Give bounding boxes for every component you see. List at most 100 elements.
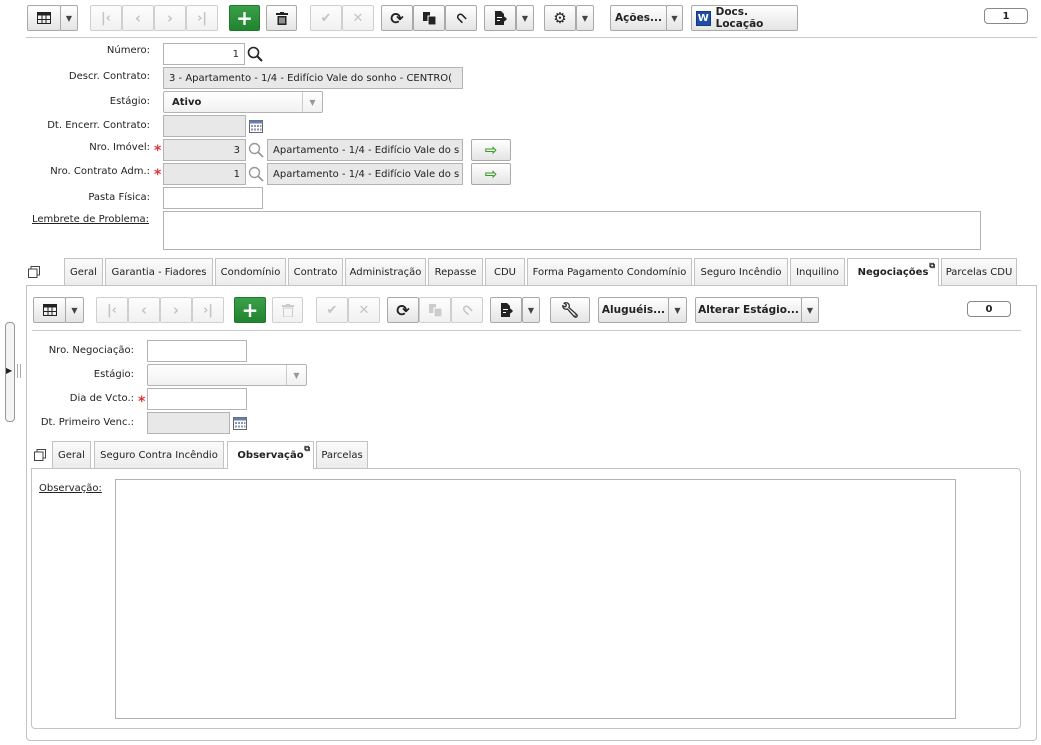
tab-parcelas-cdu[interactable]: Parcelas CDU [941, 258, 1017, 285]
dia-vcto-label: Dia de Vcto.: [69, 393, 134, 404]
gear-icon: ⚙ [553, 9, 567, 27]
expand-arrow-icon[interactable]: ▶ [6, 366, 12, 375]
actions-button[interactable]: Ações... [610, 5, 667, 31]
last-icon: ›| [196, 10, 208, 26]
tab-geral[interactable]: Geral [64, 258, 103, 285]
inner-report-button[interactable] [490, 297, 522, 323]
dt-primeiro-venc-input[interactable] [147, 412, 230, 434]
alterar-estagio-button[interactable]: Alterar Estágio... [695, 297, 802, 323]
save-button[interactable]: ✔ [310, 5, 342, 31]
alugueis-button[interactable]: Aluguéis... [598, 297, 669, 323]
last-record-button[interactable]: ›| [186, 5, 218, 31]
dt-encerr-input[interactable] [163, 115, 246, 137]
arrow-right-icon: ⇨ [484, 141, 498, 159]
observacao-label[interactable]: Observação: [39, 483, 102, 494]
tab-condominio[interactable]: Condomínio [215, 258, 286, 285]
descr-contrato-input[interactable]: 3 - Apartamento - 1/4 - Edifício Vale do… [163, 67, 463, 89]
observacao-textarea[interactable] [115, 479, 956, 719]
go-contrato-button[interactable]: ⇨ [471, 163, 511, 185]
grid-icon [37, 12, 51, 24]
dia-vcto-input[interactable] [147, 388, 247, 410]
tab-forma-pagamento-condominio[interactable]: Forma Pagamento Condomínio [527, 258, 692, 285]
nro-negociacao-label: Nro. Negociação: [48, 345, 134, 356]
inner-cancel-button[interactable]: ✕ [348, 297, 380, 323]
inner-grid-view-button[interactable] [33, 297, 66, 323]
restore-window-icon[interactable] [28, 266, 40, 278]
tab-garantia-fiadores[interactable]: Garantia - Fiadores [105, 258, 213, 285]
alterar-estagio-dropdown[interactable]: ▼ [801, 297, 819, 323]
actions-dropdown[interactable]: ▼ [666, 5, 683, 31]
tools-button[interactable]: 🔧︎ [550, 297, 590, 323]
first-icon: |‹ [106, 302, 118, 318]
prev-record-button[interactable]: ‹ [122, 5, 154, 31]
restore-window-icon[interactable] [34, 449, 46, 461]
tab-negociacoes[interactable]: Negociações ⧉ [847, 258, 939, 286]
toolbar-divider [26, 37, 1037, 38]
inner-save-button[interactable]: ✔ [316, 297, 348, 323]
close-icon: ✕ [358, 302, 370, 318]
inner-estagio-select[interactable]: ▼ [147, 364, 307, 386]
inner-tab-geral[interactable]: Geral [52, 441, 91, 468]
refresh-button[interactable]: ⟳ [381, 5, 413, 31]
inner-report-dropdown[interactable]: ▼ [522, 297, 540, 323]
tab-seguro-incendio[interactable]: Seguro Incêndio [694, 258, 788, 285]
inner-prev-button[interactable]: ‹ [128, 297, 160, 323]
delete-record-button[interactable] [266, 5, 297, 31]
attach-button[interactable]: ⊂ [445, 5, 477, 31]
inner-next-button[interactable]: › [160, 297, 192, 323]
numero-input[interactable]: 1 [163, 43, 245, 65]
cancel-button[interactable]: ✕ [342, 5, 374, 31]
required-indicator: * [154, 167, 162, 183]
inner-refresh-button[interactable]: ⟳ [387, 297, 419, 323]
inner-first-button[interactable]: |‹ [96, 297, 128, 323]
report-button[interactable] [484, 5, 516, 31]
estagio-select[interactable]: Ativo ▼ [163, 91, 323, 113]
grid-view-button[interactable] [27, 5, 61, 31]
copy-icon [428, 303, 442, 317]
inner-duplicate-button[interactable] [419, 297, 451, 323]
lembrete-label[interactable]: Lembrete de Problema: [32, 214, 149, 225]
inner-tab-observacao[interactable]: Observação ⧉ [227, 441, 314, 469]
detach-icon[interactable]: ⧉ [929, 261, 935, 271]
nro-imovel-input[interactable]: 3 [163, 139, 246, 161]
inner-add-button[interactable]: + [234, 297, 266, 323]
alugueis-dropdown[interactable]: ▼ [668, 297, 687, 323]
calendar-icon[interactable] [233, 417, 247, 430]
detach-icon[interactable]: ⧉ [304, 444, 310, 454]
go-imovel-button[interactable]: ⇨ [471, 139, 511, 161]
nro-contrato-input[interactable]: 1 [163, 163, 246, 185]
copy-icon [422, 11, 436, 25]
refresh-icon: ⟳ [396, 300, 410, 320]
nro-negociacao-input[interactable] [147, 340, 247, 362]
inner-last-button[interactable]: ›| [192, 297, 224, 323]
search-icon[interactable] [248, 142, 264, 158]
inner-delete-button[interactable] [272, 297, 303, 323]
search-icon[interactable] [247, 46, 263, 62]
tab-cdu[interactable]: CDU [485, 258, 525, 285]
tab-contrato[interactable]: Contrato [288, 258, 343, 285]
tab-repasse[interactable]: Repasse [428, 258, 483, 285]
report-dropdown[interactable]: ▼ [516, 5, 534, 31]
inner-tab-seguro-contra-incendio[interactable]: Seguro Contra Incêndio [94, 441, 224, 468]
dt-encerr-label: Dt. Encerr. Contrato: [47, 120, 150, 131]
next-icon: › [172, 301, 180, 319]
tab-administracao[interactable]: Administração [345, 258, 426, 285]
inner-grid-view-dropdown[interactable]: ▼ [65, 297, 84, 323]
inner-attach-button[interactable]: ⊂ [451, 297, 483, 323]
tab-inquilino[interactable]: Inquilino [790, 258, 845, 285]
first-record-button[interactable]: |‹ [90, 5, 122, 31]
duplicate-button[interactable] [413, 5, 445, 31]
add-record-button[interactable]: + [229, 5, 260, 31]
settings-button[interactable]: ⚙ [544, 5, 576, 31]
lembrete-textarea[interactable] [163, 211, 981, 250]
search-icon[interactable] [248, 166, 264, 182]
inner-tab-parcelas[interactable]: Parcelas [316, 441, 368, 468]
grid-view-dropdown[interactable]: ▼ [60, 5, 78, 31]
settings-dropdown[interactable]: ▼ [576, 5, 594, 31]
docs-locacao-button[interactable]: W Docs. Locação [691, 5, 798, 31]
pasta-fisica-input[interactable] [163, 187, 263, 209]
next-record-button[interactable]: › [154, 5, 186, 31]
calendar-icon[interactable] [249, 120, 263, 133]
plus-icon: + [241, 298, 259, 322]
inner-record-counter: 0 [967, 301, 1011, 317]
